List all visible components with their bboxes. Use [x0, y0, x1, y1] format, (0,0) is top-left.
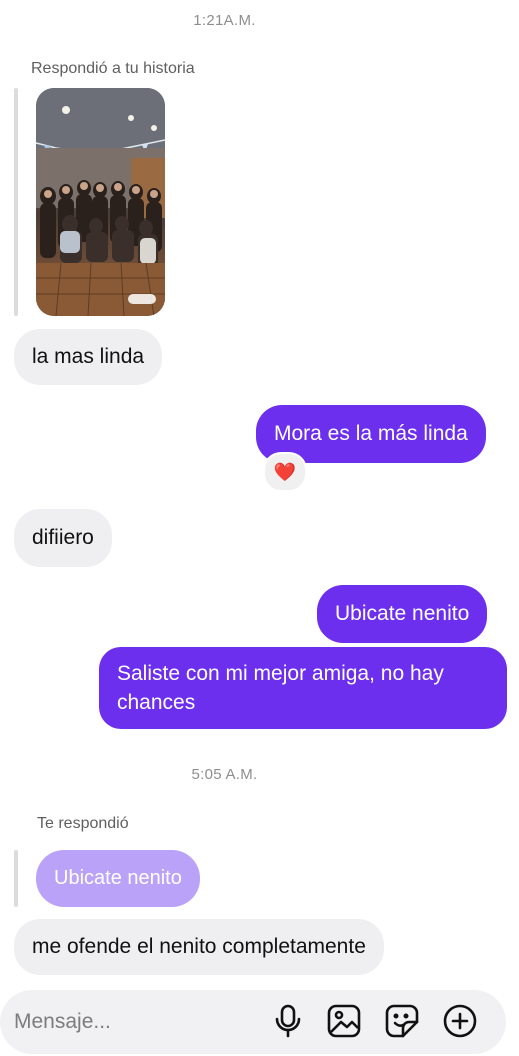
quoted-message[interactable]: Ubicate nenito [36, 850, 200, 907]
message-bubble-incoming[interactable]: difiiero [14, 509, 112, 567]
message-bubble-outgoing[interactable]: Saliste con mi mejor amiga, no hay chanc… [99, 647, 507, 729]
story-photo-group-of-people [36, 88, 165, 316]
story-reply-label: Respondió a tu historia [31, 60, 195, 77]
story-thumbnail[interactable] [36, 88, 165, 316]
timestamp: 1:21A.M. [193, 12, 256, 29]
image-icon[interactable] [324, 1001, 364, 1041]
reply-indicator-bar [14, 88, 18, 316]
microphone-icon[interactable] [268, 1001, 308, 1041]
sticker-icon[interactable] [382, 1001, 422, 1041]
reply-label: Te respondió [37, 815, 129, 832]
reply-indicator-bar [14, 850, 18, 907]
message-input[interactable]: Mensaje... [14, 1010, 111, 1034]
message-bubble-incoming[interactable]: la mas linda [14, 329, 163, 385]
plus-circle-icon[interactable] [440, 1001, 480, 1041]
message-composer: Mensaje... [0, 990, 506, 1054]
message-bubble-incoming[interactable]: me ofende el nenito completamente [14, 919, 384, 975]
reaction-badge[interactable]: ❤️ [263, 452, 307, 492]
heart-icon: ❤️ [273, 461, 297, 482]
timestamp: 5:05 A.M. [191, 766, 258, 783]
message-bubble-outgoing[interactable]: Ubicate nenito [317, 585, 488, 643]
